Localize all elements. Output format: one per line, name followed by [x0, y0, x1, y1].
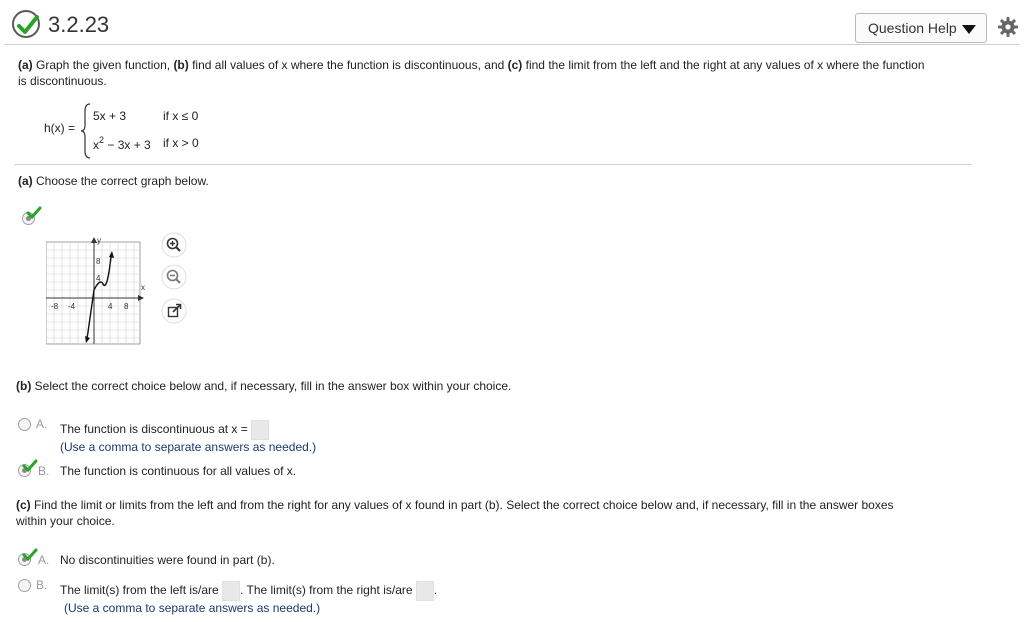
left-limit-answer-box[interactable] [222, 581, 241, 601]
dropdown-arrow-icon [962, 25, 976, 34]
x-tick-label: 8 [124, 302, 129, 311]
brace-icon [80, 103, 91, 159]
selected-check-icon [26, 206, 42, 220]
selected-check-icon [22, 548, 38, 562]
part-c-option-b-hint: (Use a comma to separate answers as need… [64, 601, 321, 615]
x-tick-label: -8 [51, 302, 59, 311]
part-c-option-b-radio[interactable] [18, 579, 31, 592]
part-b-option-a-text: The function is discontinuous at x = [60, 420, 270, 440]
part-b-option-b-letter: B. [38, 464, 50, 478]
x-tick-label: -4 [68, 302, 76, 311]
function-graph[interactable]: y x 8 4 -8 -4 4 8 [46, 237, 146, 347]
part-c-instruction: (c) Find the limit or limits from the le… [16, 498, 894, 528]
part-a-tag: (a) [18, 58, 33, 72]
part-b-option-b-text: The function is continuous for all value… [60, 464, 297, 478]
case1-condition: if x ≤ 0 [163, 109, 199, 123]
x-tick-label: 4 [108, 302, 113, 311]
question-header: 3.2.23 Question Help [4, 4, 1020, 45]
x-axis-arrow [138, 295, 144, 301]
y-tick-label: 8 [96, 257, 101, 266]
question-number: 3.2.23 [48, 12, 110, 37]
part-c-tag: (c) [507, 58, 523, 72]
part-b-option-a-letter: A. [36, 417, 48, 431]
part-c-option-a-letter: A. [38, 553, 50, 567]
right-limit-answer-box[interactable] [415, 581, 434, 601]
part-c-option-b-text: The limit(s) from the left is/are . The … [60, 581, 437, 601]
zoom-out-icon[interactable] [161, 264, 187, 290]
x-axis-label: x [141, 283, 145, 292]
part-b-tag: (b) [173, 58, 189, 72]
zoom-in-icon[interactable] [161, 232, 187, 258]
y-axis-label: y [97, 237, 101, 245]
question-help-button[interactable]: Question Help [855, 13, 987, 43]
discontinuity-answer-box[interactable] [251, 420, 270, 440]
problem-statement: (a) Graph the given function, (b) find a… [18, 58, 925, 88]
part-b-option-a-hint: (Use a comma to separate answers as need… [60, 440, 317, 454]
function-label: h(x) = [44, 121, 76, 135]
part-a-instruction: (a) Choose the correct graph below. [18, 174, 209, 188]
part-c-option-b-letter: B. [36, 578, 48, 592]
selected-check-icon [22, 459, 38, 473]
case1-expression: 5x + 3 [93, 109, 127, 123]
part-b-instruction: (b) Select the correct choice below and,… [16, 379, 512, 393]
part-c-option-a-text: No discontinuities were found in part (b… [60, 553, 275, 567]
case2-expression: x2 − 3x + 3 [93, 135, 151, 152]
open-external-icon[interactable] [161, 298, 187, 324]
case2-condition: if x > 0 [163, 136, 199, 150]
question-help-label: Question Help [868, 20, 957, 36]
gear-icon[interactable] [998, 17, 1018, 37]
part-b-option-a-radio[interactable] [18, 418, 31, 431]
y-tick-label: 4 [96, 274, 101, 283]
divider [14, 164, 972, 165]
correct-check-icon [12, 10, 40, 38]
